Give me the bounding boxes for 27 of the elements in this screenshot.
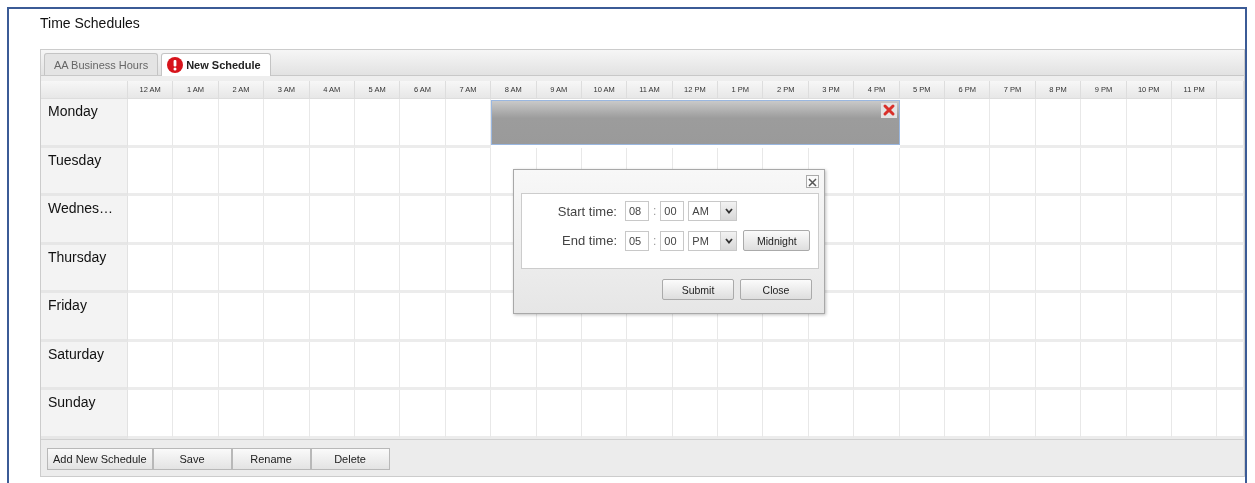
toolbar-button[interactable]: Delete	[310, 447, 390, 470]
time-separator: :	[653, 204, 657, 218]
toolbar-button[interactable]: Add New Schedule	[47, 447, 153, 470]
hour-field[interactable]: 08	[625, 201, 649, 221]
toolbar-button[interactable]: Rename	[231, 447, 311, 470]
midnight-button[interactable]: Midnight	[743, 230, 811, 251]
time-label: End time:	[561, 233, 617, 248]
day-label: Thursday	[41, 244, 128, 293]
toolbar-button[interactable]: Save	[152, 447, 232, 470]
schedule-tab[interactable]: AA Business Hours	[44, 53, 159, 75]
minute-field[interactable]: 00	[660, 230, 685, 251]
time-label: Start time:	[556, 203, 617, 219]
period-dropdown[interactable]: PM	[688, 230, 738, 251]
dialog-button[interactable]: Submit	[662, 279, 734, 300]
day-label: Tuesday	[41, 147, 128, 196]
day-label: Monday	[41, 99, 128, 148]
minute-field[interactable]: 00	[660, 201, 685, 221]
day-label: Friday	[41, 293, 128, 342]
schedule-tab[interactable]: New Schedule	[161, 53, 271, 76]
page-title: Time Schedules	[40, 15, 140, 31]
dialog-button[interactable]: Close	[740, 279, 812, 300]
day-label: Saturday	[41, 341, 128, 390]
day-label: Wednes…	[41, 196, 128, 245]
time-separator: :	[653, 233, 657, 248]
day-label: Sunday	[41, 390, 128, 439]
hour-field[interactable]: 05	[625, 230, 649, 251]
period-dropdown[interactable]: AM	[688, 201, 738, 221]
